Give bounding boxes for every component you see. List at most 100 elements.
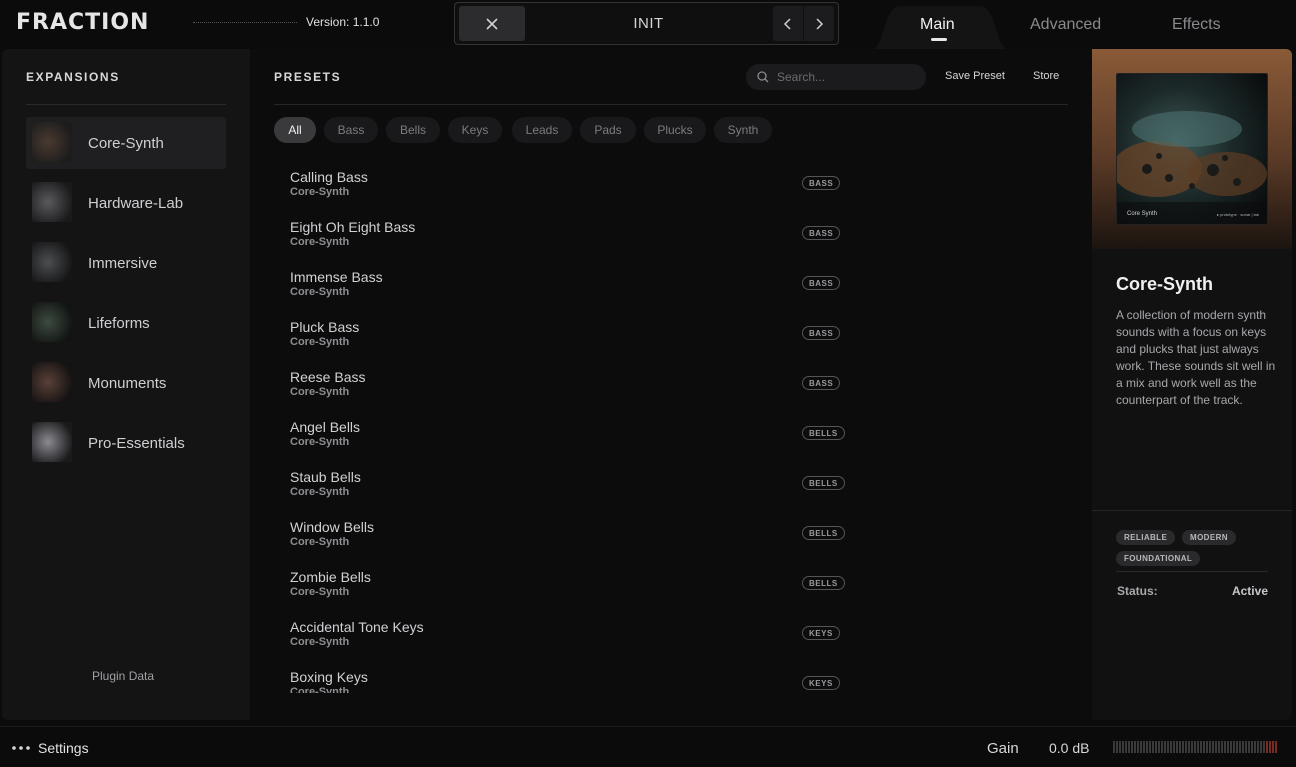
meter-segment (1272, 741, 1274, 753)
divider (1092, 510, 1292, 511)
cover-label: Core Synth (1127, 211, 1158, 217)
preset-category-tag: BASS (802, 276, 841, 290)
preset-row[interactable]: Zombie Bells Core-Synth BELLS (274, 569, 868, 619)
preset-expansion: Core-Synth (290, 586, 350, 598)
preset-row[interactable]: Accidental Tone Keys Core-Synth KEYS (274, 619, 868, 669)
meter-segment (1269, 741, 1271, 753)
current-preset-name[interactable]: INIT (525, 15, 772, 32)
preset-row[interactable]: Staub Bells Core-Synth BELLS (274, 469, 868, 519)
meter-segment (1131, 741, 1133, 753)
tab-advanced[interactable]: Advanced (1030, 16, 1101, 34)
preset-name: Immense Bass (290, 269, 383, 285)
preset-row[interactable]: Angel Bells Core-Synth BELLS (274, 419, 868, 469)
expansion-item[interactable]: Immersive (26, 237, 226, 289)
tab-main[interactable]: Main (920, 16, 955, 34)
expansion-thumbnail (32, 242, 72, 282)
store-button[interactable]: Store (1033, 70, 1059, 82)
preset-category-tag: KEYS (802, 626, 840, 640)
preset-category-tag: BASS (802, 376, 841, 390)
preset-row[interactable]: Eight Oh Eight Bass Core-Synth BASS (274, 219, 868, 269)
filter-chip[interactable]: Leads (512, 117, 572, 143)
expansion-tag: FOUNDATIONAL (1116, 551, 1201, 566)
preset-category-tag: BASS (802, 226, 841, 240)
app-logo: FRACTION (16, 10, 150, 35)
preset-selector[interactable]: INIT (454, 2, 839, 45)
preset-name: Accidental Tone Keys (290, 619, 424, 635)
preset-category-tag: BELLS (802, 526, 845, 540)
previous-preset-button[interactable] (773, 6, 803, 41)
preset-row[interactable]: Window Bells Core-Synth BELLS (274, 519, 868, 569)
gain-label: Gain (987, 740, 1019, 757)
meter-segment (1254, 741, 1256, 753)
filter-chip[interactable]: Bass (324, 117, 378, 143)
save-preset-button[interactable]: Save Preset (945, 70, 1005, 82)
expansion-item[interactable]: Hardware-Lab (26, 177, 226, 229)
meter-segment (1179, 741, 1181, 753)
meter-segment (1128, 741, 1130, 753)
preset-category-tag: BELLS (802, 476, 845, 490)
meter-segment (1239, 741, 1241, 753)
meter-segment (1122, 741, 1124, 753)
filter-chip[interactable]: Pads (580, 117, 636, 143)
cover-credit: ▸ prototype · sonar | lab (1217, 212, 1259, 217)
detail-header-background: Core Synth ▸ prototype · sonar | lab (1092, 49, 1292, 249)
meter-segment (1209, 741, 1211, 753)
meter-segment (1275, 741, 1277, 753)
expansion-tag: RELIABLE (1116, 530, 1176, 545)
preset-category-tag: BASS (802, 326, 841, 340)
expansion-label: Pro-Essentials (88, 435, 185, 452)
meter-segment (1185, 741, 1187, 753)
expansion-label: Lifeforms (88, 315, 150, 332)
expansion-label: Immersive (88, 255, 158, 272)
meter-segment (1251, 741, 1253, 753)
preset-name: Boxing Keys (290, 669, 368, 685)
meter-segment (1197, 741, 1199, 753)
preset-row[interactable]: Reese Bass Core-Synth BASS (274, 369, 868, 419)
preset-name: Angel Bells (290, 419, 361, 435)
preset-close-button[interactable] (459, 6, 525, 41)
filter-chip[interactable]: All (274, 117, 316, 143)
filter-chip[interactable]: Keys (448, 117, 502, 143)
preset-row[interactable]: Boxing Keys Core-Synth KEYS (274, 669, 868, 693)
divider (274, 104, 1068, 105)
preset-row[interactable]: Immense Bass Core-Synth BASS (274, 269, 868, 319)
expansion-item[interactable]: Lifeforms (26, 297, 226, 349)
meter-segment (1176, 741, 1178, 753)
expansion-item[interactable]: Pro-Essentials (26, 417, 226, 469)
filter-chip[interactable]: Bells (386, 117, 440, 143)
expansion-item[interactable]: Core-Synth (26, 117, 226, 169)
chevron-left-icon (783, 17, 791, 30)
meter-segment (1143, 741, 1145, 753)
divider (26, 104, 226, 105)
expansion-item[interactable]: Monuments (26, 357, 226, 409)
presets-title: PRESETS (274, 70, 342, 84)
meter-segment (1266, 741, 1268, 753)
chevron-right-icon (816, 17, 824, 30)
filter-chip[interactable]: Plucks (644, 117, 706, 143)
plugin-data-link[interactable]: Plugin Data (92, 669, 154, 683)
expansion-title: Core-Synth (1116, 274, 1214, 294)
gain-meter[interactable] (1113, 741, 1279, 753)
preset-name: Calling Bass (290, 169, 368, 185)
preset-row[interactable]: Calling Bass Core-Synth BASS (274, 169, 868, 219)
tab-effects[interactable]: Effects (1172, 16, 1221, 34)
preset-name: Pluck Bass (290, 319, 360, 335)
expansions-sidebar: EXPANSIONS Core-Synth Hardware-Lab Immersi… (2, 49, 250, 720)
meter-segment (1173, 741, 1175, 753)
meter-segment (1263, 741, 1265, 753)
filter-chip[interactable]: Synth (714, 117, 772, 143)
gain-value[interactable]: 0.0 dB (1049, 740, 1089, 756)
meter-segment (1245, 741, 1247, 753)
expansion-thumbnail (32, 362, 72, 402)
more-icon[interactable] (12, 746, 30, 750)
settings-button[interactable]: Settings (38, 740, 89, 756)
preset-expansion: Core-Synth (290, 686, 350, 693)
preset-name: Eight Oh Eight Bass (290, 219, 416, 235)
expansion-tag: MODERN (1182, 530, 1236, 545)
meter-segment (1221, 741, 1223, 753)
next-preset-button[interactable] (804, 6, 834, 41)
meter-segment (1257, 741, 1259, 753)
preset-row[interactable]: Pluck Bass Core-Synth BASS (274, 319, 868, 369)
search-input[interactable]: Search... (746, 64, 926, 90)
preset-category-tag: BELLS (802, 576, 845, 590)
